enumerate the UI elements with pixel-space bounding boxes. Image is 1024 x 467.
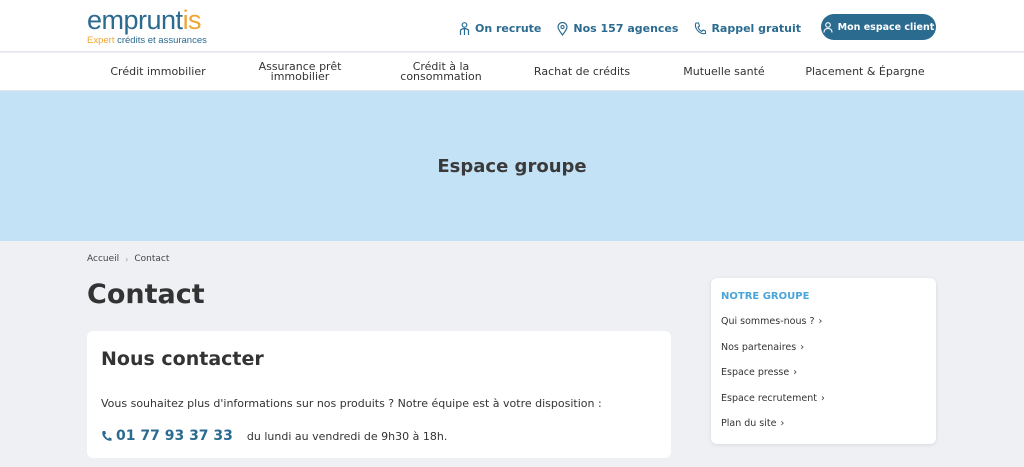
breadcrumb-current: Contact [134, 254, 170, 264]
page-title: Contact [87, 279, 205, 310]
sidebar-item-plan-du-site[interactable]: Plan du site › [721, 418, 825, 444]
phone-icon [695, 22, 707, 35]
nav-item-placement-epargne[interactable]: Placement & Épargne [797, 53, 933, 91]
contact-card-text: Vous souhaitez plus d'informations sur n… [101, 397, 602, 410]
nav-item-rachat-credits[interactable]: Rachat de crédits [521, 53, 643, 91]
sidebar-item-presse[interactable]: Espace presse › [721, 367, 825, 393]
nav-item-credit-immobilier[interactable]: Crédit immobilier [97, 53, 219, 91]
phone-number-link[interactable]: 01 77 93 37 33 [116, 428, 233, 444]
nav-item-assurance-pret[interactable]: Assurance prêt immobilier [239, 53, 361, 91]
sidebar-title: NOTRE GROUPE [721, 291, 810, 302]
chevron-right-icon: › [821, 392, 825, 404]
nav-item-credit-consommation[interactable]: Crédit à la consommation [380, 53, 502, 91]
main-nav: Crédit immobilier Assurance prêt immobili… [0, 53, 1024, 91]
nav-item-mutuelle-sante[interactable]: Mutuelle santé [663, 53, 785, 91]
chevron-right-icon: › [780, 418, 785, 429]
phone-row: 01 77 93 37 33 du lundi au vendredi de 9… [101, 428, 447, 444]
contact-card: Nous contacter Vous souhaitez plus d'inf… [87, 331, 671, 458]
hero-banner: Espace groupe [0, 91, 1024, 241]
chevron-right-icon: › [793, 367, 798, 378]
hero-title: Espace groupe [437, 155, 587, 177]
sidebar-list: Qui sommes-nous ? › Nos partenaires › Espa… [721, 316, 825, 444]
callback-link[interactable]: Rappel gratuit [694, 20, 801, 38]
sidebar-item-qui-sommes-nous[interactable]: Qui sommes-nous ? › [721, 316, 825, 342]
breadcrumb-separator: › [125, 254, 129, 264]
phone-icon [102, 430, 112, 441]
contact-card-title: Nous contacter [101, 348, 264, 370]
sidebar-item-recrutement[interactable]: Espace recrutement › [721, 393, 825, 419]
emprunis-logo[interactable]: empruntis Expert crédits et assurances [87, 6, 207, 46]
chevron-right-icon: › [800, 341, 805, 353]
user-icon [823, 21, 833, 33]
logo-wordmark: empruntis [87, 5, 202, 35]
client-space-button[interactable]: Mon espace client [821, 14, 936, 40]
breadcrumb: Accueil › Contact [87, 254, 169, 264]
chevron-right-icon: › [818, 316, 823, 327]
agencies-link[interactable]: Nos 157 agences [557, 20, 678, 38]
site-header: empruntis Expert crédits et assurances O… [0, 0, 1024, 52]
person-icon [459, 21, 470, 35]
logo-tagline: Expert crédits et assurances [87, 35, 207, 46]
location-pin-icon [557, 21, 568, 36]
header-links: On recrute Nos 157 agences Rappel gratui… [459, 14, 936, 40]
opening-hours: du lundi au vendredi de 9h30 à 18h. [246, 429, 448, 443]
sidebar-item-partenaires[interactable]: Nos partenaires › [721, 342, 825, 368]
recruiting-link[interactable]: On recrute [459, 20, 541, 38]
breadcrumb-home-link[interactable]: Accueil [87, 254, 119, 264]
group-sidebar: NOTRE GROUPE Qui sommes-nous ? › Nos part… [711, 278, 936, 444]
